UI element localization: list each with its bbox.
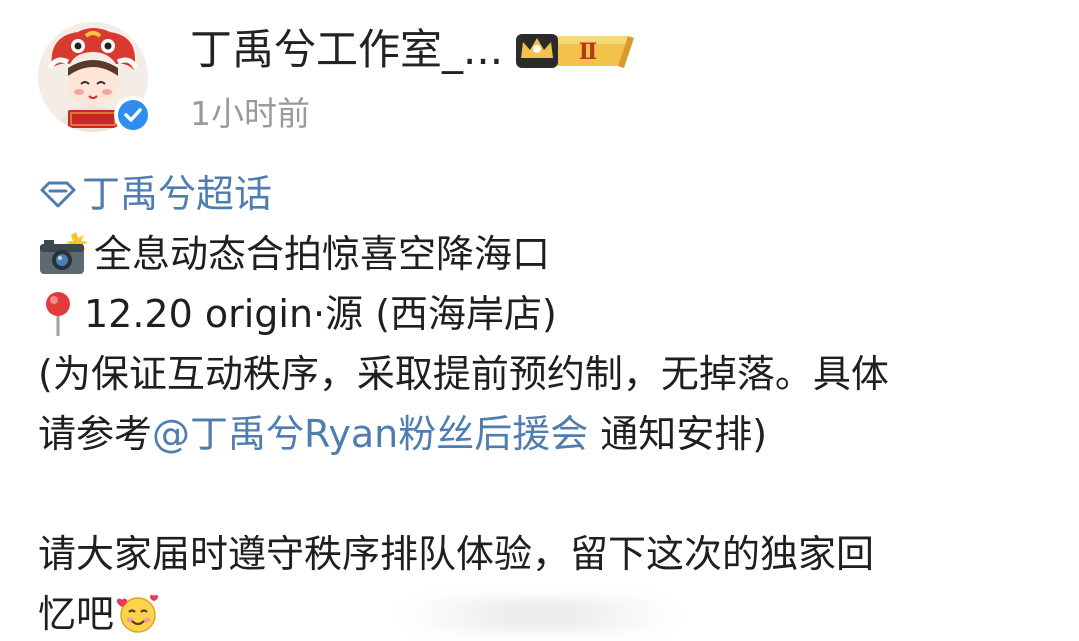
post-line-4: 请参考 @丁禹兮Ryan粉丝后援会 通知安排) [38,404,1058,464]
post-body: 丁禹兮超话 全息动态合拍惊喜空降海口 12.20 origin·源 (西海岸店) [38,164,1058,641]
post-timestamp: 1小时前 [190,94,310,133]
camera-flash-icon [40,232,88,274]
mention-link[interactable]: @丁禹兮Ryan粉丝后援会 [152,404,588,464]
post-line-5: 请大家届时遵守秩序排队体验，留下这次的独家回 [38,524,1058,584]
supertopic-label: 丁禹兮超话 [82,172,273,216]
supertopic-link[interactable]: 丁禹兮超话 [38,164,272,224]
truncated-text-fade [400,598,680,632]
post-line-3: (为保证互动秩序，采取提前预约制，无掉落。具体 [38,344,1058,404]
post-line-2: 12.20 origin·源 (西海岸店) [38,284,1058,344]
post-line-3-text: (为保证互动秩序，采取提前预约制，无掉落。具体 [38,352,889,396]
post-line-4-suffix: 通知安排) [588,412,768,456]
post-line-2-text: 12.20 origin·源 (西海岸店) [84,292,557,336]
supertopic-diamond-icon [40,181,76,208]
smiling-face-with-hearts-icon [116,594,159,633]
vip-crown-icon[interactable]: Ⅱ [512,28,636,72]
post-line-5-text: 请大家届时遵守秩序排队体验，留下这次的独家回 [38,532,875,576]
post-line-1: 全息动态合拍惊喜空降海口 [38,224,1058,284]
username[interactable]: 丁禹兮工作室_... [190,24,503,76]
weibo-post: 丁禹兮工作室_... Ⅱ 1小时前 丁禹兮超话 全息动态合拍惊喜空降海口 12.… [0,0,1079,641]
post-line-4-prefix: 请参考 [38,412,153,456]
post-line-6-text: 忆吧 [38,592,115,636]
round-pushpin-icon [46,292,70,336]
supertopic-line: 丁禹兮超话 [38,164,1058,224]
verified-badge-icon [118,100,148,130]
vip-level-label: Ⅱ [579,39,598,65]
verified-badge [114,96,152,134]
post-line-1-text: 全息动态合拍惊喜空降海口 [94,232,551,276]
